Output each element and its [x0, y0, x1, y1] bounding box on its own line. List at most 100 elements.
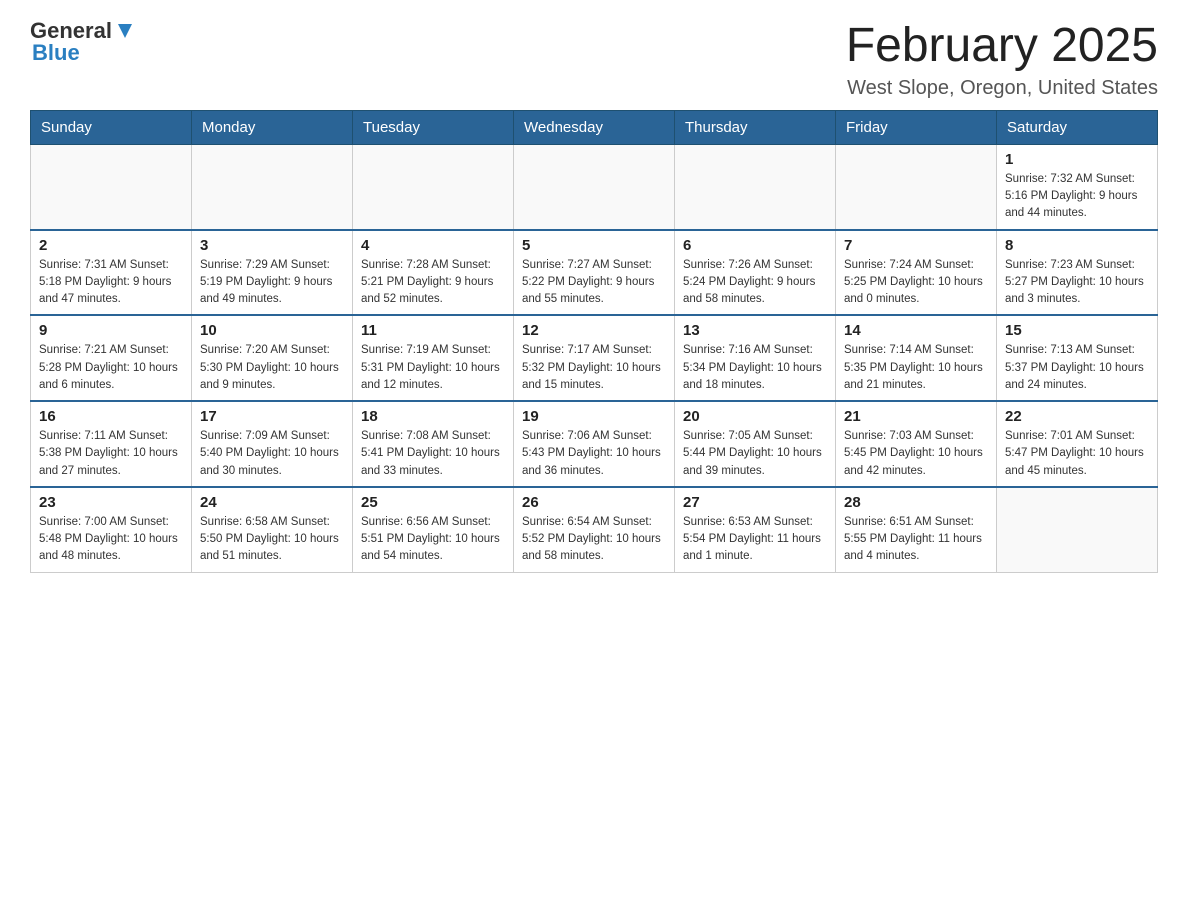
header-thursday: Thursday [675, 110, 836, 144]
calendar-week-row: 1 Sunrise: 7:32 AM Sunset: 5:16 PM Daylig… [31, 144, 1158, 229]
table-row: 18 Sunrise: 7:08 AM Sunset: 5:41 PM Dayli… [353, 401, 514, 487]
day-info: Sunrise: 7:32 AM Sunset: 5:16 PM Dayligh… [1005, 171, 1149, 223]
day-number: 12 [522, 322, 666, 339]
day-number: 21 [844, 408, 988, 425]
day-info: Sunrise: 7:26 AM Sunset: 5:24 PM Dayligh… [683, 257, 827, 309]
day-number: 19 [522, 408, 666, 425]
page-header: General Blue February 2025 West Slope, O… [30, 20, 1158, 100]
logo-triangle-icon [114, 20, 136, 42]
day-info: Sunrise: 7:17 AM Sunset: 5:32 PM Dayligh… [522, 342, 666, 394]
table-row: 13 Sunrise: 7:16 AM Sunset: 5:34 PM Dayli… [675, 315, 836, 401]
day-info: Sunrise: 7:13 AM Sunset: 5:37 PM Dayligh… [1005, 342, 1149, 394]
day-number: 23 [39, 494, 183, 511]
logo-general-text: General [30, 20, 112, 42]
table-row [353, 144, 514, 229]
header-friday: Friday [836, 110, 997, 144]
table-row: 14 Sunrise: 7:14 AM Sunset: 5:35 PM Dayli… [836, 315, 997, 401]
table-row [192, 144, 353, 229]
location-title: West Slope, Oregon, United States [846, 77, 1158, 100]
day-number: 11 [361, 322, 505, 339]
table-row: 8 Sunrise: 7:23 AM Sunset: 5:27 PM Daylig… [997, 230, 1158, 316]
table-row [836, 144, 997, 229]
day-info: Sunrise: 7:00 AM Sunset: 5:48 PM Dayligh… [39, 514, 183, 566]
day-number: 16 [39, 408, 183, 425]
table-row: 27Sunrise: 6:53 AM Sunset: 5:54 PM Dayli… [675, 487, 836, 572]
day-number: 4 [361, 237, 505, 254]
table-row: 16 Sunrise: 7:11 AM Sunset: 5:38 PM Dayli… [31, 401, 192, 487]
day-info: Sunrise: 7:19 AM Sunset: 5:31 PM Dayligh… [361, 342, 505, 394]
table-row [514, 144, 675, 229]
day-info: Sunrise: 7:16 AM Sunset: 5:34 PM Dayligh… [683, 342, 827, 394]
table-row: 9 Sunrise: 7:21 AM Sunset: 5:28 PM Daylig… [31, 315, 192, 401]
table-row: 6 Sunrise: 7:26 AM Sunset: 5:24 PM Daylig… [675, 230, 836, 316]
calendar-week-row: 16 Sunrise: 7:11 AM Sunset: 5:38 PM Dayli… [31, 401, 1158, 487]
day-number: 20 [683, 408, 827, 425]
day-info: Sunrise: 7:31 AM Sunset: 5:18 PM Dayligh… [39, 257, 183, 309]
day-number: 1 [1005, 151, 1149, 168]
day-number: 22 [1005, 408, 1149, 425]
day-number: 2 [39, 237, 183, 254]
day-number: 8 [1005, 237, 1149, 254]
day-info: Sunrise: 7:21 AM Sunset: 5:28 PM Dayligh… [39, 342, 183, 394]
table-row: 26 Sunrise: 6:54 AM Sunset: 5:52 PM Dayli… [514, 487, 675, 572]
table-row: 19 Sunrise: 7:06 AM Sunset: 5:43 PM Dayli… [514, 401, 675, 487]
header-saturday: Saturday [997, 110, 1158, 144]
header-tuesday: Tuesday [353, 110, 514, 144]
day-number: 9 [39, 322, 183, 339]
day-info: Sunrise: 7:06 AM Sunset: 5:43 PM Dayligh… [522, 428, 666, 480]
day-number: 24 [200, 494, 344, 511]
day-info: Sunrise: 7:05 AM Sunset: 5:44 PM Dayligh… [683, 428, 827, 480]
day-number: 7 [844, 237, 988, 254]
table-row: 24 Sunrise: 6:58 AM Sunset: 5:50 PM Dayli… [192, 487, 353, 572]
day-number: 26 [522, 494, 666, 511]
table-row: 22 Sunrise: 7:01 AM Sunset: 5:47 PM Dayli… [997, 401, 1158, 487]
day-info: Sunrise: 7:11 AM Sunset: 5:38 PM Dayligh… [39, 428, 183, 480]
day-info: Sunrise: 7:01 AM Sunset: 5:47 PM Dayligh… [1005, 428, 1149, 480]
day-info: Sunrise: 7:23 AM Sunset: 5:27 PM Dayligh… [1005, 257, 1149, 309]
day-number: 17 [200, 408, 344, 425]
header-monday: Monday [192, 110, 353, 144]
day-number: 28 [844, 494, 988, 511]
day-info: Sunrise: 6:51 AM Sunset: 5:55 PM Dayligh… [844, 514, 988, 566]
day-number: 13 [683, 322, 827, 339]
day-info: Sunrise: 6:54 AM Sunset: 5:52 PM Dayligh… [522, 514, 666, 566]
calendar-week-row: 2 Sunrise: 7:31 AM Sunset: 5:18 PM Daylig… [31, 230, 1158, 316]
day-number: 15 [1005, 322, 1149, 339]
table-row: 3 Sunrise: 7:29 AM Sunset: 5:19 PM Daylig… [192, 230, 353, 316]
table-row: 7 Sunrise: 7:24 AM Sunset: 5:25 PM Daylig… [836, 230, 997, 316]
day-number: 25 [361, 494, 505, 511]
table-row: 17 Sunrise: 7:09 AM Sunset: 5:40 PM Dayli… [192, 401, 353, 487]
calendar-table: Sunday Monday Tuesday Wednesday Thursday… [30, 110, 1158, 573]
calendar-week-row: 9 Sunrise: 7:21 AM Sunset: 5:28 PM Daylig… [31, 315, 1158, 401]
day-number: 6 [683, 237, 827, 254]
day-info: Sunrise: 7:29 AM Sunset: 5:19 PM Dayligh… [200, 257, 344, 309]
day-info: Sunrise: 6:58 AM Sunset: 5:50 PM Dayligh… [200, 514, 344, 566]
day-info: Sunrise: 7:27 AM Sunset: 5:22 PM Dayligh… [522, 257, 666, 309]
table-row: 2 Sunrise: 7:31 AM Sunset: 5:18 PM Daylig… [31, 230, 192, 316]
day-info: Sunrise: 7:28 AM Sunset: 5:21 PM Dayligh… [361, 257, 505, 309]
day-info: Sunrise: 7:09 AM Sunset: 5:40 PM Dayligh… [200, 428, 344, 480]
table-row [31, 144, 192, 229]
table-row: 25Sunrise: 6:56 AM Sunset: 5:51 PM Dayli… [353, 487, 514, 572]
table-row [997, 487, 1158, 572]
day-info: Sunrise: 7:24 AM Sunset: 5:25 PM Dayligh… [844, 257, 988, 309]
table-row: 11 Sunrise: 7:19 AM Sunset: 5:31 PM Dayli… [353, 315, 514, 401]
header-sunday: Sunday [31, 110, 192, 144]
table-row: 21 Sunrise: 7:03 AM Sunset: 5:45 PM Dayli… [836, 401, 997, 487]
table-row: 20 Sunrise: 7:05 AM Sunset: 5:44 PM Dayli… [675, 401, 836, 487]
day-info: Sunrise: 7:08 AM Sunset: 5:41 PM Dayligh… [361, 428, 505, 480]
day-number: 3 [200, 237, 344, 254]
day-info: Sunrise: 6:53 AM Sunset: 5:54 PM Dayligh… [683, 514, 827, 566]
table-row: 12 Sunrise: 7:17 AM Sunset: 5:32 PM Dayli… [514, 315, 675, 401]
calendar-header-row: Sunday Monday Tuesday Wednesday Thursday… [31, 110, 1158, 144]
table-row: 4 Sunrise: 7:28 AM Sunset: 5:21 PM Daylig… [353, 230, 514, 316]
logo-blue-text: Blue [32, 40, 80, 65]
table-row: 1 Sunrise: 7:32 AM Sunset: 5:16 PM Daylig… [997, 144, 1158, 229]
header-wednesday: Wednesday [514, 110, 675, 144]
day-number: 18 [361, 408, 505, 425]
day-number: 14 [844, 322, 988, 339]
day-info: Sunrise: 7:20 AM Sunset: 5:30 PM Dayligh… [200, 342, 344, 394]
table-row: 10Sunrise: 7:20 AM Sunset: 5:30 PM Dayli… [192, 315, 353, 401]
day-info: Sunrise: 7:14 AM Sunset: 5:35 PM Dayligh… [844, 342, 988, 394]
day-info: Sunrise: 7:03 AM Sunset: 5:45 PM Dayligh… [844, 428, 988, 480]
